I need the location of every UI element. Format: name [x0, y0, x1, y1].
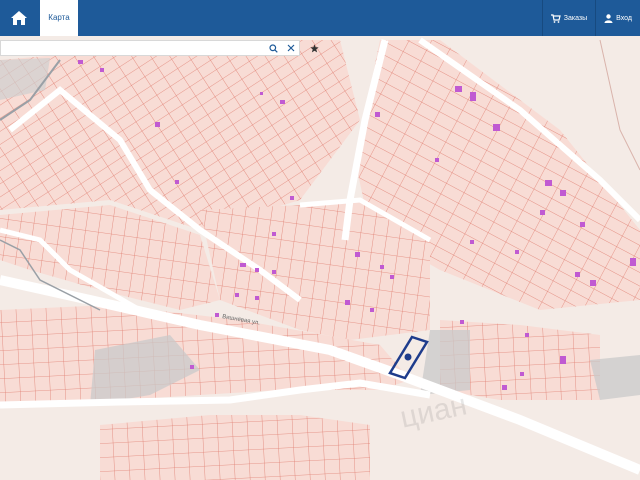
- building: [155, 122, 160, 127]
- login-label: Вход: [616, 14, 632, 22]
- search-bar: [0, 40, 300, 56]
- building: [455, 86, 462, 92]
- cart-icon: [550, 13, 561, 23]
- building: [370, 308, 374, 312]
- clear-search-button[interactable]: [284, 42, 298, 54]
- building: [630, 258, 636, 266]
- building: [190, 365, 194, 369]
- building: [390, 275, 394, 279]
- favorite-button[interactable]: [307, 41, 321, 55]
- building: [255, 296, 259, 300]
- building: [355, 252, 360, 257]
- cadastral-map[interactable]: Вишнёвая ул.: [0, 0, 640, 480]
- building: [290, 196, 294, 200]
- building: [575, 272, 580, 277]
- building: [580, 222, 585, 227]
- building: [280, 100, 285, 104]
- search-input[interactable]: [1, 41, 264, 55]
- login-button[interactable]: Вход: [595, 0, 640, 36]
- building: [540, 210, 545, 215]
- search-button[interactable]: [266, 42, 280, 54]
- building: [255, 268, 259, 272]
- building: [272, 270, 276, 274]
- star-icon: [309, 43, 319, 52]
- building: [515, 250, 519, 254]
- building: [525, 333, 529, 337]
- location-marker-icon[interactable]: [404, 353, 412, 361]
- building: [100, 68, 104, 72]
- home-icon: [11, 11, 27, 25]
- building: [175, 180, 179, 184]
- building: [590, 280, 596, 286]
- building: [520, 372, 524, 376]
- building: [460, 320, 464, 324]
- building: [493, 124, 500, 131]
- orders-label: Заказы: [563, 14, 588, 22]
- building: [272, 232, 276, 236]
- home-button[interactable]: [0, 0, 38, 36]
- building: [380, 265, 384, 269]
- building: [375, 112, 380, 117]
- tab-map[interactable]: Карта: [40, 0, 78, 36]
- building: [560, 190, 566, 196]
- building: [78, 60, 83, 64]
- building: [235, 293, 239, 297]
- building: [435, 158, 439, 162]
- building: [545, 180, 552, 186]
- user-icon: [604, 13, 613, 23]
- building: [470, 92, 476, 101]
- top-navigation-bar: Карта Заказы Вход: [0, 0, 640, 36]
- parcel-zone-bottom: [100, 415, 370, 480]
- building: [560, 356, 566, 364]
- building: [470, 240, 474, 244]
- building: [345, 300, 350, 305]
- building: [240, 263, 246, 267]
- building: [215, 313, 219, 317]
- close-icon: [287, 44, 295, 52]
- building: [502, 385, 507, 390]
- orders-button[interactable]: Заказы: [541, 0, 595, 36]
- building: [260, 92, 263, 95]
- search-icon: [268, 43, 278, 53]
